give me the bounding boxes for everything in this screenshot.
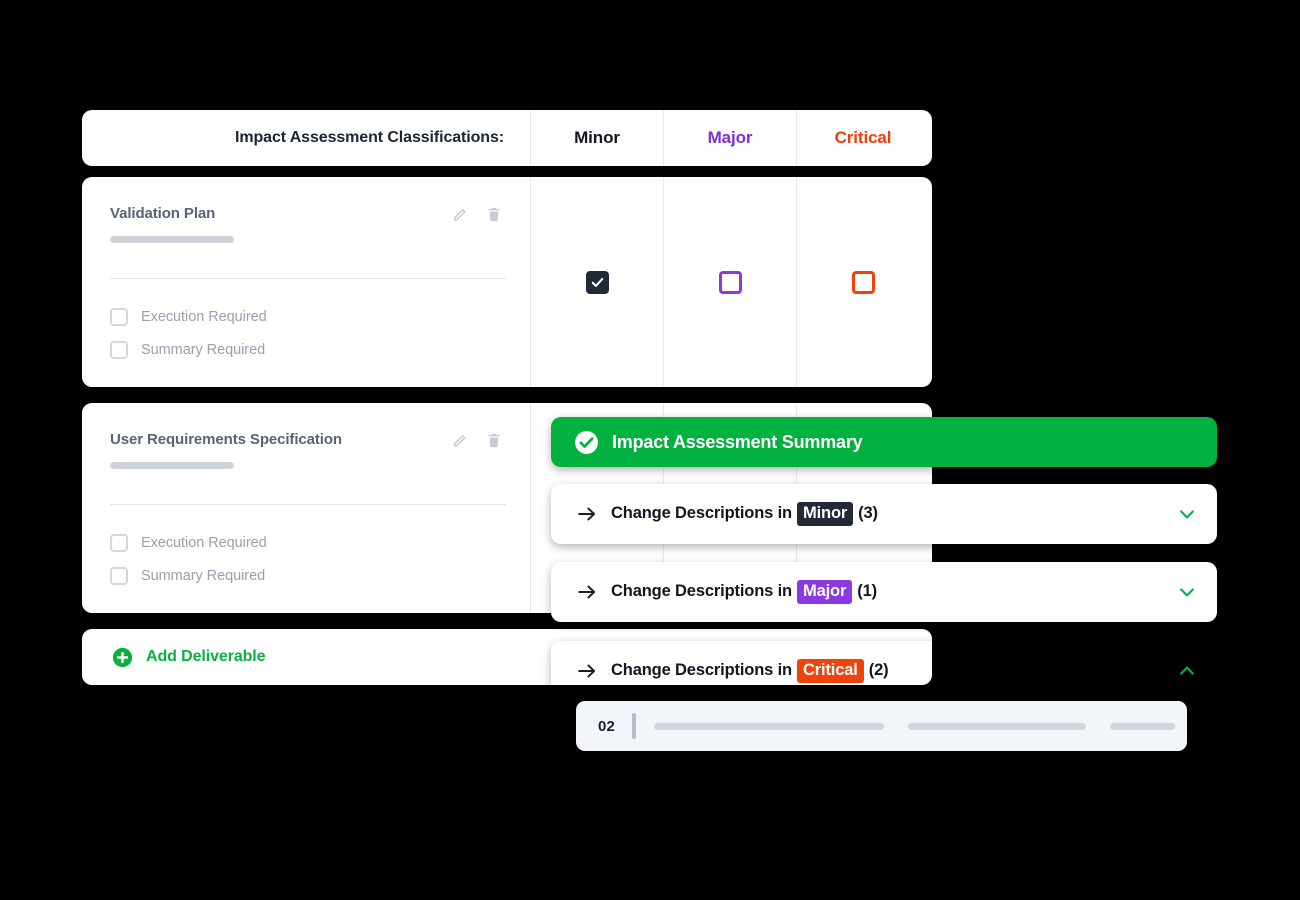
pencil-icon[interactable] (452, 206, 468, 223)
deliverable-divider (110, 278, 506, 279)
requirement-checkbox[interactable] (110, 307, 128, 326)
deliverable-skeleton-bar (110, 236, 234, 243)
requirement-label: Execution Required (141, 534, 267, 551)
accordion-minor-text: Change Descriptions in Minor (3) (611, 502, 878, 526)
requirement-item[interactable]: Summary Required (110, 559, 502, 592)
change-placeholder-bar (908, 722, 1087, 730)
severity-badge-critical: Critical (796, 659, 864, 683)
add-deliverable-label: Add Deliverable (146, 648, 266, 665)
column-header-critical: Critical (796, 110, 929, 166)
deliverable-actions (452, 205, 502, 223)
impact-assessment-summary-header: Impact Assessment Summary (551, 417, 1217, 467)
chevron-down-icon[interactable] (1177, 582, 1197, 602)
accordion-major-text: Change Descriptions in Major (1) (611, 580, 877, 604)
arrow-right-icon (576, 581, 598, 603)
summary-title: Impact Assessment Summary (612, 431, 863, 452)
accordion-critical: Change Descriptions in Critical (2) 02 (551, 641, 1217, 787)
chevron-up-icon[interactable] (1177, 661, 1197, 681)
accordion-count: (1) (857, 582, 877, 600)
accordion-prefix: Change Descriptions in (611, 661, 792, 679)
accordion-prefix: Change Descriptions in (611, 582, 792, 600)
checkbox-critical[interactable] (851, 270, 875, 294)
classification-header: Impact Assessment Classifications: Minor… (82, 110, 932, 166)
classification-cells (530, 177, 932, 387)
deliverable-skeleton-bar (110, 462, 234, 469)
accordion-major[interactable]: Change Descriptions in Major (1) (551, 562, 1217, 622)
checkbox-minor-checked[interactable] (585, 270, 609, 294)
check-circle-icon (574, 430, 599, 455)
change-number: 02 (598, 717, 616, 735)
requirement-checkbox[interactable] (110, 566, 128, 585)
classification-cell-critical[interactable] (796, 177, 929, 387)
requirement-label: Summary Required (141, 567, 266, 584)
accordion-count: (3) (858, 504, 878, 522)
requirement-item[interactable]: Summary Required (110, 333, 502, 366)
requirement-list: Execution Required Summary Required (110, 526, 502, 592)
checkbox-major[interactable] (718, 270, 742, 294)
app-canvas: Impact Assessment Classifications: Minor… (0, 0, 1300, 900)
change-placeholder-bar (1110, 722, 1176, 730)
accordion-count: (2) (868, 661, 889, 679)
requirement-checkbox[interactable] (110, 340, 128, 359)
arrow-right-icon (576, 503, 598, 525)
change-separator (632, 713, 637, 739)
plus-circle-icon (112, 647, 133, 668)
accordion-critical-header[interactable]: Change Descriptions in Critical (2) (551, 641, 1217, 701)
accordion-prefix: Change Descriptions in (611, 504, 792, 522)
deliverable-title: User Requirements Specification (110, 431, 342, 448)
chevron-down-icon[interactable] (1177, 504, 1197, 524)
accordion-minor[interactable]: Change Descriptions in Minor (3) (551, 484, 1217, 544)
requirement-label: Execution Required (141, 308, 267, 325)
trash-icon[interactable] (486, 432, 502, 449)
requirement-list: Execution Required Summary Required (110, 300, 502, 366)
severity-badge-major: Major (796, 580, 853, 604)
deliverable-divider (110, 504, 506, 505)
deliverable-title: Validation Plan (110, 205, 216, 222)
pencil-icon[interactable] (452, 432, 468, 449)
deliverable-info: Validation Plan Execution Required Summa… (82, 177, 530, 387)
requirement-checkbox[interactable] (110, 533, 128, 552)
requirement-item[interactable]: Execution Required (110, 526, 502, 559)
deliverable-actions (452, 431, 502, 449)
column-header-major: Major (663, 110, 796, 166)
requirement-label: Summary Required (141, 341, 266, 358)
classification-cell-minor[interactable] (530, 177, 663, 387)
deliverable-title-line: Validation Plan (110, 205, 502, 223)
deliverable-info: User Requirements Specification Executio… (82, 403, 530, 613)
arrow-right-icon (576, 660, 598, 682)
accordion-critical-text: Change Descriptions in Critical (2) (611, 659, 889, 683)
deliverable-row: Validation Plan Execution Required Summa… (82, 177, 932, 387)
accordion-critical-body: 02 (551, 701, 1217, 773)
change-description-item[interactable]: 02 (576, 701, 1187, 751)
deliverable-title-line: User Requirements Specification (110, 431, 502, 449)
classification-cell-major[interactable] (663, 177, 796, 387)
change-placeholder-bar (654, 722, 885, 730)
column-header-minor: Minor (530, 110, 663, 166)
trash-icon[interactable] (486, 206, 502, 223)
requirement-item[interactable]: Execution Required (110, 300, 502, 333)
severity-badge-minor: Minor (796, 502, 854, 526)
classification-header-label: Impact Assessment Classifications: (235, 129, 504, 146)
